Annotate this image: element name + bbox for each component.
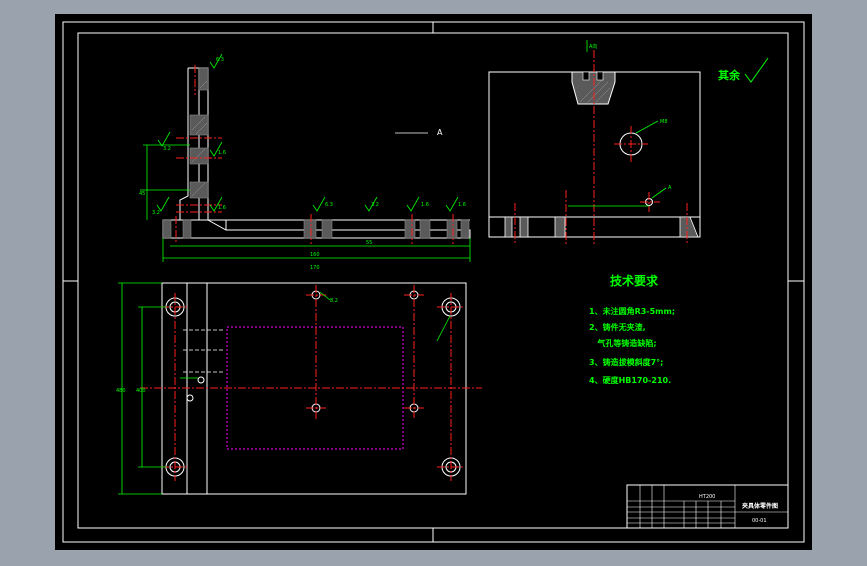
dimension-label: 55 <box>366 240 372 246</box>
dimension-label: 170 <box>310 265 320 271</box>
dimension-label: 160 <box>310 252 320 258</box>
drawing-viewport[interactable]: 6.3 3.2 1.6 1.6 3.2 6.3 3.2 1.6 1.6 45 5… <box>0 0 867 562</box>
tech-requirement-item: 2、铸件无夹渣, <box>589 322 646 332</box>
title-material: HT200 <box>699 494 715 500</box>
other-roughness-note: 其余 <box>718 68 741 82</box>
hole-callout: M8 <box>660 119 668 125</box>
roughness-label: 3.2 <box>163 146 171 152</box>
roughness-label: 3.2 <box>152 210 160 216</box>
roughness-label: 1.6 <box>218 205 226 211</box>
section-arrow-label: A <box>437 128 443 137</box>
tech-requirement-item: 气孔等铸造缺陷; <box>589 338 657 348</box>
cad-drawing-canvas: 6.3 3.2 1.6 1.6 3.2 6.3 3.2 1.6 1.6 45 5… <box>55 14 812 550</box>
roughness-label: 6.3 <box>216 57 224 63</box>
drawing-sheet <box>55 14 812 550</box>
dimension-label: 480 <box>116 388 126 394</box>
tech-requirements-title: 技术要求 <box>610 273 659 288</box>
dimension-label: 400 <box>136 388 146 394</box>
tech-requirement-item: 3、铸造拔模斜度7°; <box>589 357 663 367</box>
dimension-label: 45 <box>139 191 145 197</box>
roughness-label: 6.3 <box>325 202 333 208</box>
view-direction-label: A向 <box>589 43 597 50</box>
roughness-label: 3.2 <box>371 202 379 208</box>
title-drawing-no: 00-01 <box>752 518 767 524</box>
title-part-name: 夹具体零件图 <box>742 502 778 510</box>
tech-requirement-item: 4、硬度HB170-210. <box>589 375 671 385</box>
roughness-label: 1.6 <box>218 150 226 156</box>
tech-requirement-item: 1、未注圆角R3-5mm; <box>589 306 675 316</box>
roughness-label: 1.6 <box>421 202 429 208</box>
roughness-label: 1.6 <box>458 202 466 208</box>
hole-callout: A <box>668 185 672 191</box>
hole-callout: 8.2 <box>330 298 338 304</box>
